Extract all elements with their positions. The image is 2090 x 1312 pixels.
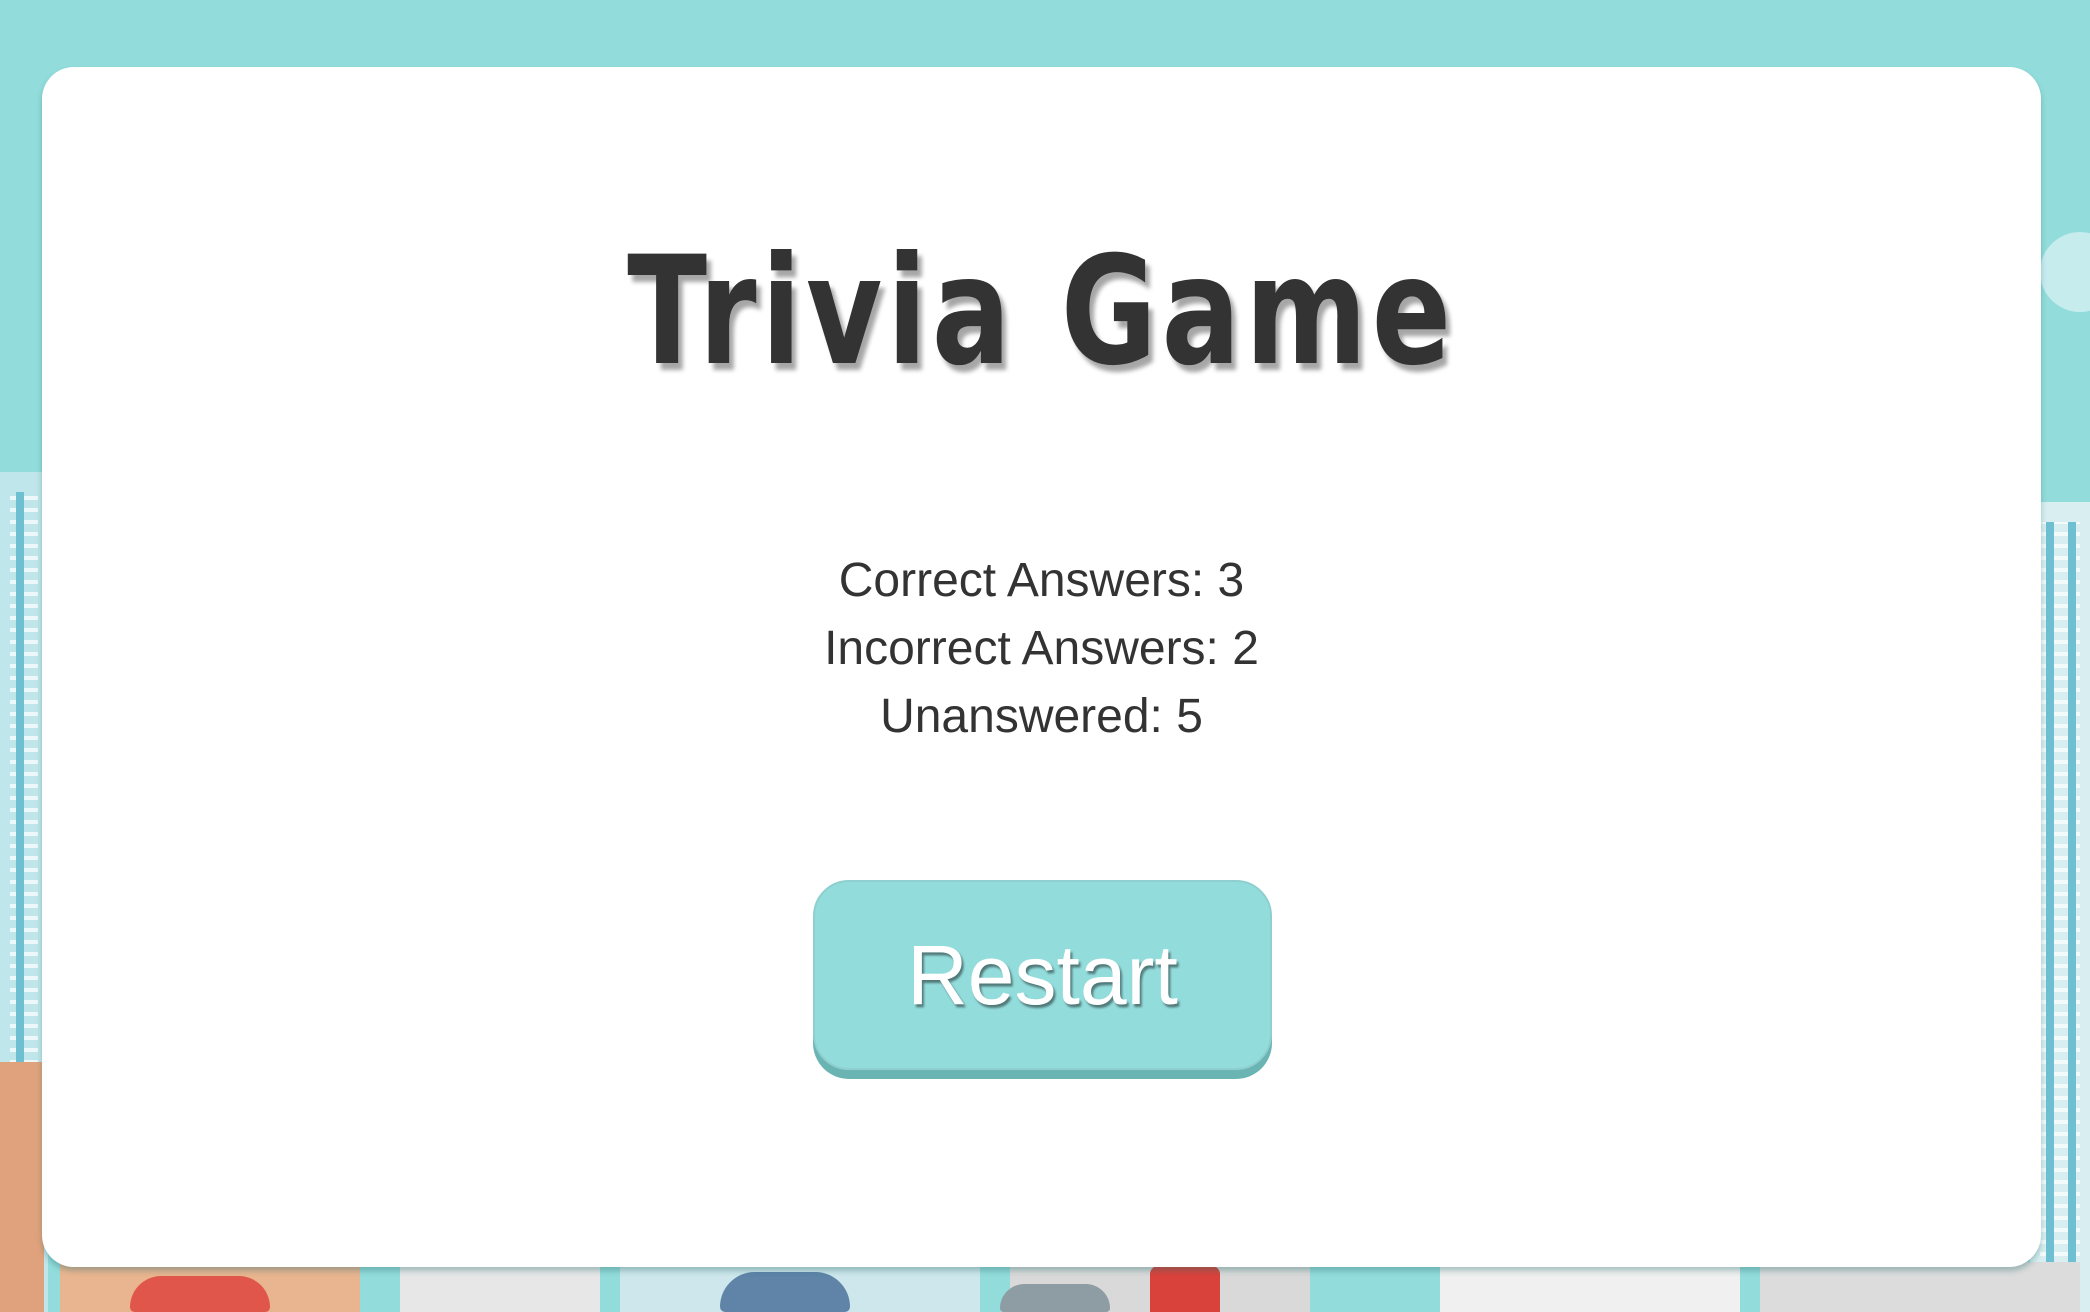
unanswered-count: Unanswered: 5 [880, 690, 1203, 743]
results-summary: Correct Answers: 3 Incorrect Answers: 2 … [42, 547, 2041, 751]
cloud-right [2040, 232, 2090, 312]
game-title: Trivia Game [627, 225, 1456, 399]
building-windows [2040, 522, 2080, 1312]
incorrect-answers-count: Incorrect Answers: 2 [824, 622, 1259, 675]
car-red [130, 1276, 270, 1312]
car-red-truck [1150, 1266, 1220, 1312]
correct-answers-count: Correct Answers: 3 [838, 554, 1245, 607]
car-grey [1000, 1284, 1110, 1312]
restart-button[interactable]: Restart [813, 880, 1272, 1070]
car-blue [720, 1272, 850, 1312]
building-bottom-6 [1760, 1262, 2080, 1312]
results-card: Trivia Game Correct Answers: 3 Incorrect… [42, 67, 2041, 1267]
building-left-brick [0, 1062, 44, 1312]
